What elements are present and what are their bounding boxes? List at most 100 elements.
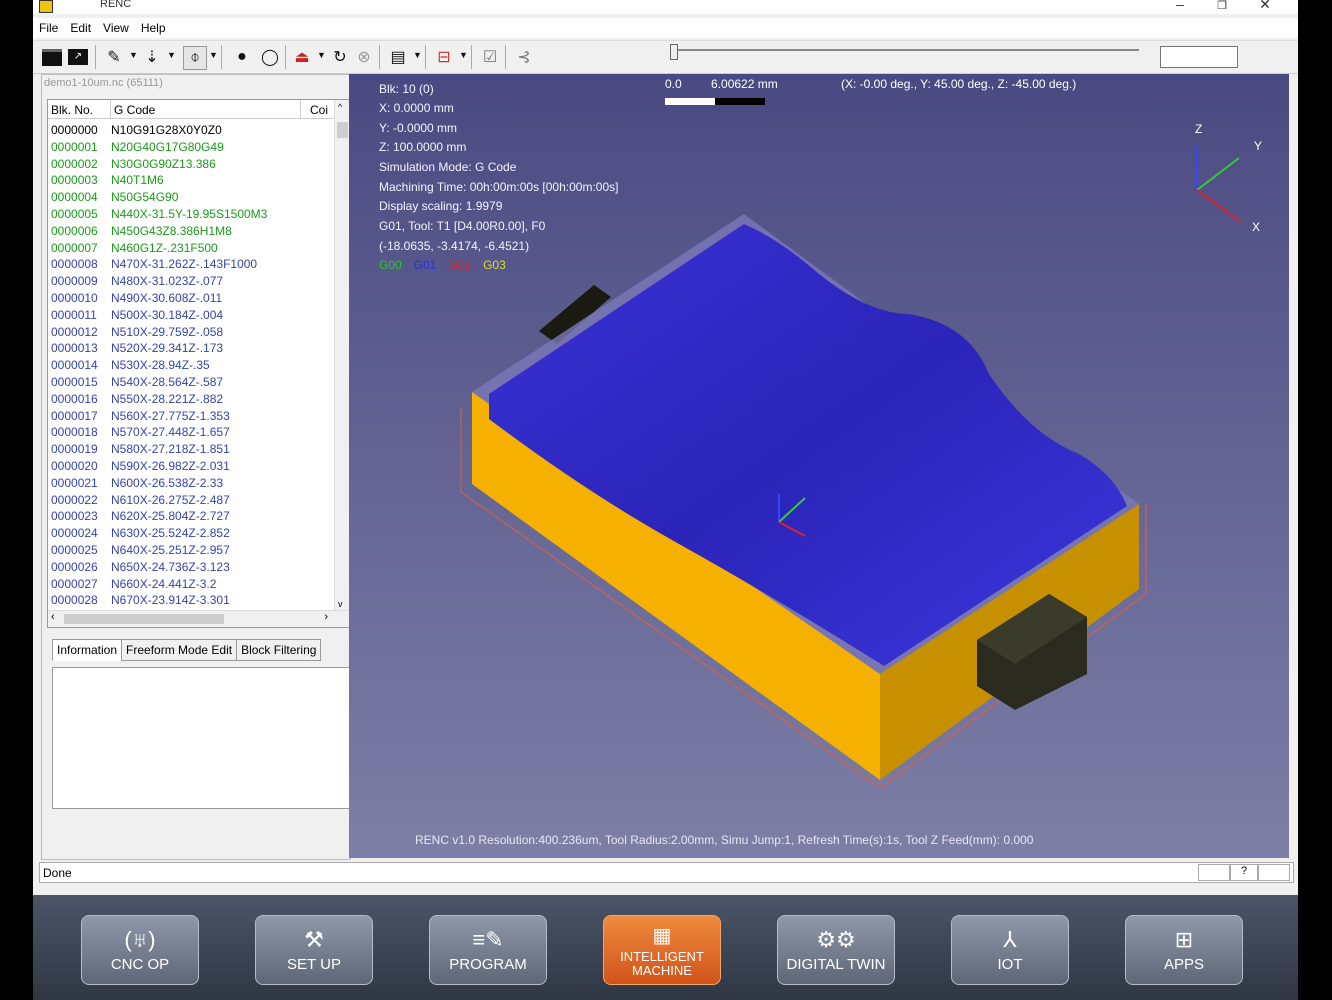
table-row[interactable]: 0000011 N500X-30.184Z-.004: [48, 307, 334, 324]
display-icon[interactable]: ▤: [387, 46, 409, 68]
clip-icon[interactable]: ⌽: [183, 46, 207, 70]
dock-button-digital-twin[interactable]: ⚙⚙ DIGITAL TWIN: [777, 915, 895, 985]
table-row[interactable]: 0000028 N670X-23.914Z-3.301: [48, 592, 334, 609]
block-number-cell: 0000009: [51, 274, 98, 289]
title-bar: RENC – ❐ ✕: [33, 0, 1298, 14]
header-gcode[interactable]: G Code: [114, 103, 155, 117]
gcode-cell: N490X-30.608Z-.011: [111, 290, 223, 305]
dock-button-apps[interactable]: ⊞ APPS: [1125, 915, 1243, 985]
stop-icon[interactable]: ⊗: [353, 46, 375, 68]
table-row[interactable]: 0000020 N590X-26.982Z-2.031: [48, 458, 334, 475]
table-row[interactable]: 0000022 N610X-26.275Z-2.487: [48, 492, 334, 509]
menu-edit[interactable]: Edit: [64, 18, 97, 35]
reset-icon[interactable]: ↻: [329, 46, 351, 68]
layer-dropdown-icon[interactable]: ▼: [459, 50, 468, 60]
simulation-viewport[interactable]: Blk: 10 (0) X: 0.0000 mm Y: -0.0000 mm Z…: [349, 74, 1289, 858]
restore-icon[interactable]: ❐: [1207, 0, 1237, 12]
block-number-cell: 0000003: [51, 173, 98, 188]
table-row[interactable]: 0000015 N540X-28.564Z-.587: [48, 374, 334, 391]
tab-block-filtering[interactable]: Block Filtering: [236, 639, 322, 661]
block-number-cell: 0000025: [51, 542, 98, 557]
comment-icon[interactable]: ◯: [259, 46, 281, 68]
gcode-cell: N470X-31.262Z-.143F1000: [111, 257, 258, 272]
machine-dropdown-icon[interactable]: ▼: [317, 50, 326, 60]
minimize-icon[interactable]: –: [1165, 0, 1195, 12]
table-row[interactable]: 0000013 N520X-29.341Z-.173: [48, 340, 334, 357]
table-row[interactable]: 0000001 N20G40G17G80G49: [48, 139, 334, 156]
gcode-table[interactable]: Blk. No. G Code Coi 0000000 N10G91G28X0Y0…: [47, 99, 351, 628]
gcode-cell: N510X-29.759Z-.058: [111, 324, 224, 339]
layer-icon[interactable]: ⊟: [433, 46, 455, 68]
table-row[interactable]: 0000008 N470X-31.262Z-.143F1000: [48, 256, 334, 273]
menu-file[interactable]: File: [33, 18, 64, 35]
table-row[interactable]: 0000009 N480X-31.023Z-.077: [48, 273, 334, 290]
edit-dropdown-icon[interactable]: ▼: [129, 50, 138, 60]
clip-dropdown-icon[interactable]: ▼: [209, 50, 218, 60]
header-comment[interactable]: Coi: [310, 103, 328, 117]
gcode-vertical-scrollbar[interactable]: ^ v: [334, 100, 350, 627]
step-value-field[interactable]: [1160, 46, 1238, 68]
dock-button-program[interactable]: ≡✎ PROGRAM: [429, 915, 547, 985]
table-row[interactable]: 0000023 N620X-25.804Z-2.727: [48, 508, 334, 525]
status-help-cell[interactable]: ?: [1230, 864, 1258, 881]
gcode-vertical-scroll-thumb[interactable]: [337, 122, 348, 138]
machine-icon[interactable]: ⏏: [291, 46, 313, 68]
table-row[interactable]: 0000000 N10G91G28X0Y0Z0: [48, 122, 334, 139]
table-row[interactable]: 0000018 N570X-27.448Z-1.657: [48, 424, 334, 441]
tab-freeform-mode-edit[interactable]: Freeform Mode Edit: [121, 639, 238, 661]
table-row[interactable]: 0000002 N30G0G90Z13.386: [48, 156, 334, 173]
tab-information[interactable]: Information: [52, 639, 123, 661]
open-icon[interactable]: [41, 46, 63, 68]
block-number-cell: 0000028: [51, 593, 98, 608]
gcode-cell: N440X-31.5Y-19.95S1500M3: [111, 206, 268, 221]
table-row[interactable]: 0000016 N550X-28.221Z-.882: [48, 391, 334, 408]
gcode-cell: N480X-31.023Z-.077: [111, 274, 224, 289]
gcode-horizontal-scrollbar[interactable]: ‹ ›: [48, 610, 350, 627]
table-row[interactable]: 0000006 N450G43Z8.386H1M8: [48, 223, 334, 240]
table-row[interactable]: 0000010 N490X-30.608Z-.011: [48, 290, 334, 307]
gcode-horizontal-scroll-thumb[interactable]: [64, 614, 224, 624]
table-row[interactable]: 0000014 N530X-28.94Z-.35: [48, 357, 334, 374]
menu-help[interactable]: Help: [135, 18, 172, 35]
menu-view[interactable]: View: [97, 18, 135, 35]
dock-button-intelligent-machine[interactable]: ▦ INTELLIGENT MACHINE: [603, 915, 721, 985]
table-row[interactable]: 0000024 N630X-25.524Z-2.852: [48, 525, 334, 542]
bottom-tabs: Information Freeform Mode Edit Block Filte…: [52, 639, 322, 661]
block-number-cell: 0000008: [51, 257, 98, 272]
block-number-cell: 0000000: [51, 123, 98, 137]
gcode-cell: N50G54G90: [111, 190, 179, 205]
table-row[interactable]: 0000004 N50G54G90: [48, 189, 334, 206]
edit-icon[interactable]: ✎: [103, 46, 125, 68]
table-row[interactable]: 0000025 N640X-25.251Z-2.957: [48, 542, 334, 559]
step-icon[interactable]: ⊰: [513, 46, 535, 68]
gcode-table-body: 0000000 N10G91G28X0Y0Z0 0000001 N20G40G17G8…: [48, 122, 334, 609]
tool-icon[interactable]: ⇣: [141, 46, 163, 68]
block-number-cell: 0000018: [51, 425, 98, 440]
table-row[interactable]: 0000017 N560X-27.775Z-1.353: [48, 408, 334, 425]
table-row[interactable]: 0000007 N460G1Z-.231F500: [48, 240, 334, 257]
dock-button-set-up[interactable]: ⚒ SET UP: [255, 915, 373, 985]
triad-x-axis: [1196, 189, 1242, 223]
status-bar: Done ?: [39, 862, 1294, 883]
triad-y-label: Y: [1254, 139, 1262, 153]
header-block-number[interactable]: Blk. No.: [51, 103, 93, 117]
light-icon[interactable]: ●: [231, 46, 253, 68]
display-dropdown-icon[interactable]: ▼: [413, 50, 422, 60]
table-row[interactable]: 0000003 N40T1M6: [48, 172, 334, 189]
tool-dropdown-icon[interactable]: ▼: [167, 50, 176, 60]
table-row[interactable]: 0000019 N580X-27.218Z-1.851: [48, 441, 334, 458]
save-icon[interactable]: ↗: [67, 46, 89, 68]
table-row[interactable]: 0000026 N650X-24.736Z-3.123: [48, 559, 334, 576]
table-row[interactable]: 0000005 N440X-31.5Y-19.95S1500M3: [48, 206, 334, 223]
close-icon[interactable]: ✕: [1250, 0, 1280, 13]
table-row[interactable]: 0000027 N660X-24.441Z-3.2: [48, 576, 334, 593]
gcode-cell: N570X-27.448Z-1.657: [111, 425, 230, 440]
table-row[interactable]: 0000021 N600X-26.538Z-2.33: [48, 475, 334, 492]
simulation-slider-thumb[interactable]: [670, 44, 678, 60]
gcode-cell: N580X-27.218Z-1.851: [111, 442, 230, 457]
table-row[interactable]: 0000012 N510X-29.759Z-.058: [48, 324, 334, 341]
dock-button-iot[interactable]: ⅄ IOT: [951, 915, 1069, 985]
app-logo-icon: [39, 0, 53, 13]
check-icon[interactable]: ☑: [479, 46, 501, 68]
dock-button-cnc-op[interactable]: (♅) CNC OP: [81, 915, 199, 985]
